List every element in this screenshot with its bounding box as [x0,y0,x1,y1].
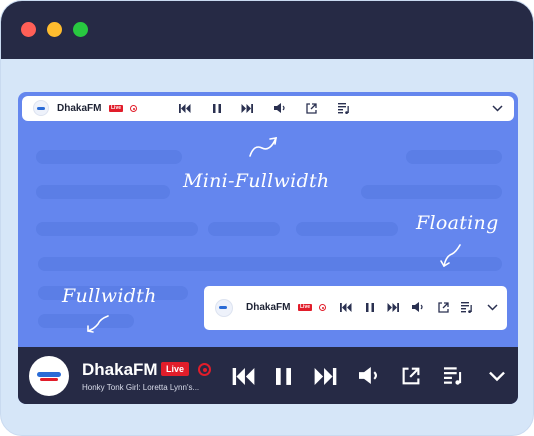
minimize-window-button[interactable] [47,22,62,37]
popout-icon[interactable] [402,367,420,385]
browser-window: DhakaFM Live Mini-Fullwidth Floating Ful… [0,0,534,436]
volume-icon[interactable] [359,367,381,384]
volume-icon[interactable] [274,103,287,113]
placeholder-line [36,222,198,236]
chevron-down-icon[interactable] [487,304,498,311]
maximize-window-button[interactable] [73,22,88,37]
mini-fullwidth-label: Mini-Fullwidth [183,170,330,192]
skip-back-icon[interactable] [340,303,352,312]
skip-forward-icon[interactable] [241,104,253,113]
placeholder-line [361,185,502,199]
pause-icon[interactable] [366,303,374,312]
playlist-icon[interactable] [444,367,463,385]
popout-icon[interactable] [306,103,317,114]
station-name: DhakaFM [57,103,102,114]
station-name: DhakaFM [246,302,291,313]
skip-forward-icon[interactable] [387,303,399,312]
playlist-icon[interactable] [461,302,473,313]
fullwidth-label: Fullwidth [62,285,157,307]
close-window-button[interactable] [21,22,36,37]
skip-back-icon[interactable] [232,368,256,385]
live-badge: Live [161,362,190,376]
chevron-down-icon[interactable] [488,371,506,382]
chevron-down-icon[interactable] [492,105,503,112]
fullwidth-player: DhakaFM Live Honky Tonk Girl: Loretta Ly… [18,347,518,404]
station-name: DhakaFM [82,360,158,379]
record-icon[interactable] [198,363,211,376]
skip-forward-icon[interactable] [313,368,337,385]
pause-icon[interactable] [276,368,291,385]
mini-fullwidth-player: DhakaFM Live [22,96,514,121]
station-logo [215,299,233,317]
arrow-icon [249,137,277,157]
title-bar [1,1,533,59]
placeholder-line [36,150,182,164]
arrow-icon [87,315,109,333]
pause-icon[interactable] [213,104,221,113]
track-title: Honky Tonk Girl: Loretta Lynn's... [82,383,200,392]
placeholder-line [406,150,502,164]
playlist-icon[interactable] [338,103,350,114]
popout-icon[interactable] [438,302,449,313]
skip-back-icon[interactable] [179,104,191,113]
placeholder-line [38,257,502,271]
placeholder-line [36,185,170,199]
live-badge: Live [109,105,124,112]
floating-label: Floating [416,212,499,234]
record-icon[interactable] [319,304,326,311]
placeholder-line [296,222,398,236]
floating-player: DhakaFM Live [204,286,507,330]
placeholder-line [208,222,280,236]
live-badge: Live [298,304,313,311]
record-icon[interactable] [130,105,137,112]
station-logo [33,100,49,116]
arrow-icon [440,244,461,268]
station-logo [29,356,69,396]
volume-icon[interactable] [412,302,425,312]
